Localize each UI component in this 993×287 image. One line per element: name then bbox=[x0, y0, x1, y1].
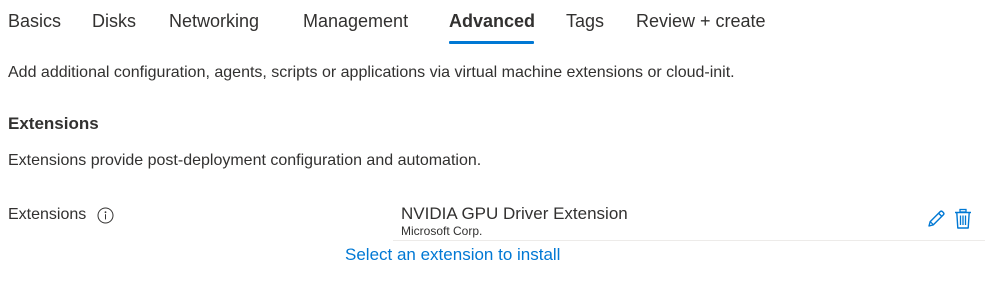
extensions-section-description: Extensions provide post-deployment confi… bbox=[8, 152, 482, 169]
extension-name: NVIDIA GPU Driver Extension bbox=[401, 204, 628, 223]
wizard-tabs: Basics Disks Networking Management Advan… bbox=[0, 0, 993, 44]
select-extension-link[interactable]: Select an extension to install bbox=[345, 244, 560, 266]
tab-review-create[interactable]: Review + create bbox=[636, 9, 766, 33]
trash-icon bbox=[955, 208, 971, 229]
info-icon[interactable] bbox=[97, 207, 114, 224]
extensions-label-text: Extensions bbox=[8, 206, 87, 223]
tab-networking[interactable]: Networking bbox=[169, 9, 259, 33]
vm-create-advanced-page: Basics Disks Networking Management Advan… bbox=[0, 0, 993, 287]
tab-advanced[interactable]: Advanced bbox=[449, 9, 535, 33]
pencil-icon bbox=[928, 210, 945, 227]
extensions-section-title: Extensions bbox=[8, 114, 99, 133]
tab-disks[interactable]: Disks bbox=[92, 9, 136, 33]
page-description: Add additional configuration, agents, sc… bbox=[8, 64, 735, 81]
tab-basics[interactable]: Basics bbox=[8, 9, 61, 33]
active-tab-indicator bbox=[449, 41, 534, 44]
delete-extension-button[interactable] bbox=[953, 208, 973, 230]
extension-list-item: NVIDIA GPU Driver Extension Microsoft Co… bbox=[393, 200, 985, 241]
tab-tags[interactable]: Tags bbox=[566, 9, 604, 33]
extension-publisher: Microsoft Corp. bbox=[401, 224, 483, 238]
tab-management[interactable]: Management bbox=[303, 9, 408, 33]
edit-extension-button[interactable] bbox=[925, 208, 947, 230]
extensions-field-label: Extensions bbox=[8, 204, 114, 226]
